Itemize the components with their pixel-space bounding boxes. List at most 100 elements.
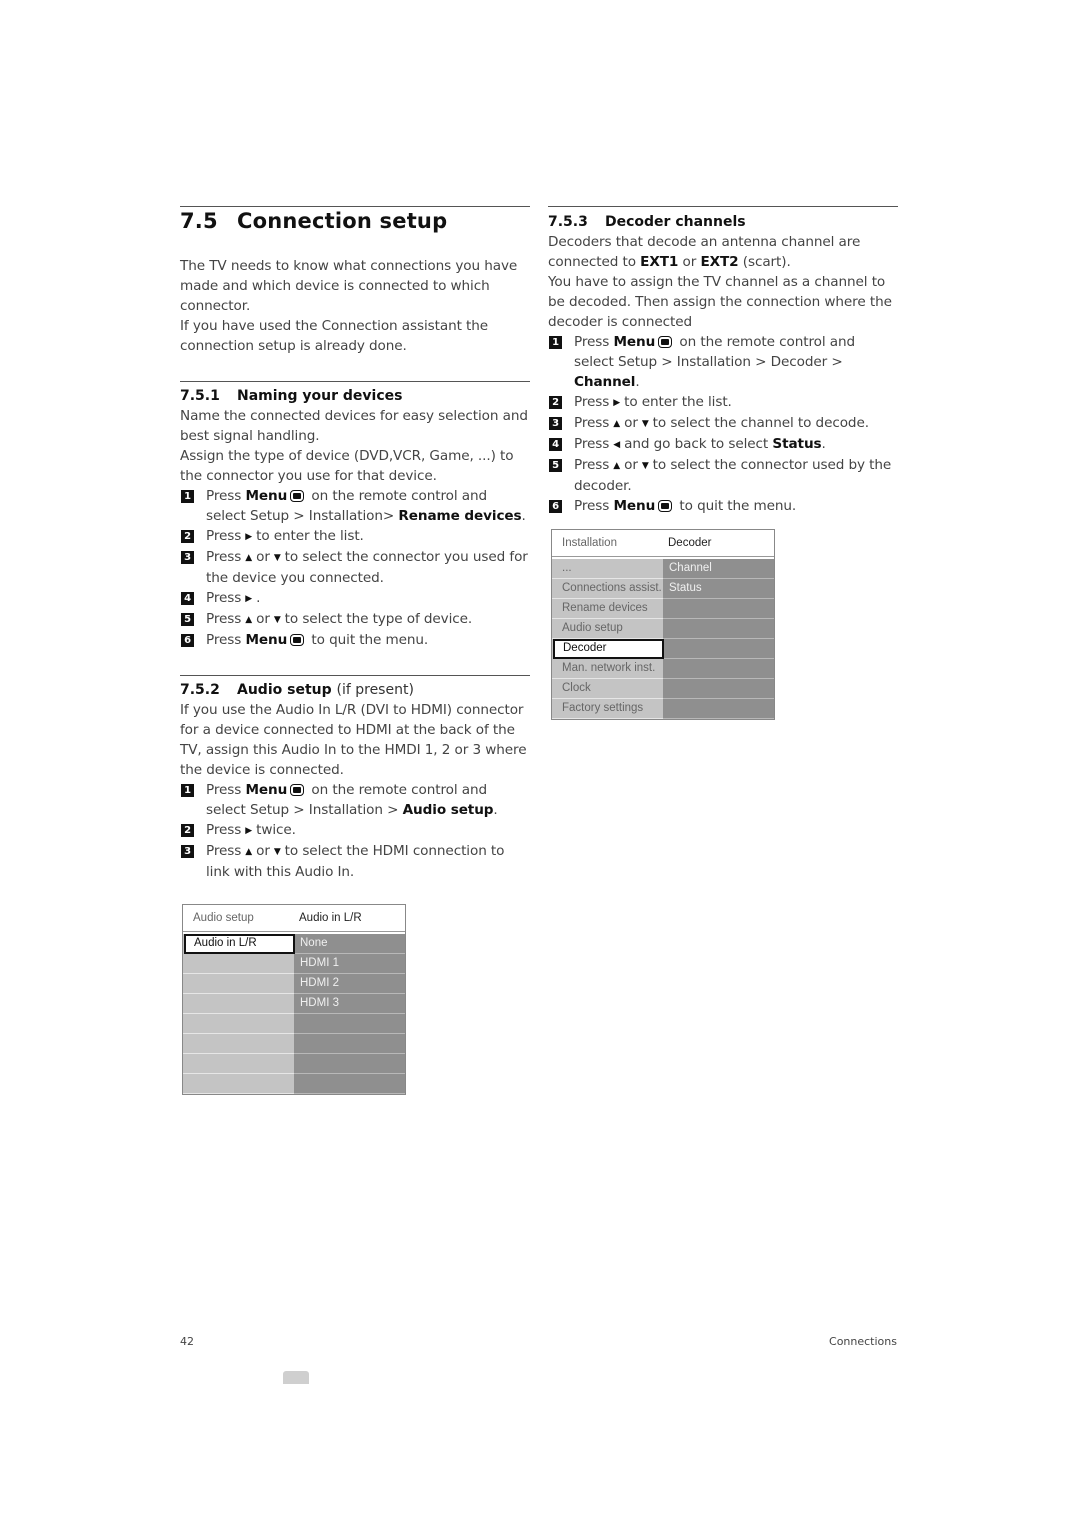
step-text: to select the connector you used for the…: [206, 549, 528, 586]
down-arrow-icon: ▼: [641, 461, 649, 471]
menu-left-column: ... Connections assist. Rename devices A…: [552, 559, 664, 719]
menu-option: [294, 1054, 405, 1074]
naming-section: 7.5.1 Naming your devices Name the connec…: [180, 381, 530, 650]
menu-body: Audio in L/R None HDMI 1 HDMI 2 HDMI 3: [183, 934, 405, 1094]
naming-paragraph-2: Assign the type of device (DVD,VCR, Game…: [180, 448, 514, 484]
menu-item: Man. network inst.: [552, 659, 663, 679]
step-number-badge: 4: [549, 438, 562, 451]
step-text: and go back to select: [624, 436, 773, 452]
step-number-badge: 3: [181, 551, 194, 564]
menu-item: [183, 1054, 294, 1074]
step-item: 6 Press Menu to quit the menu.: [548, 496, 898, 516]
menu-header: Installation Decoder: [552, 530, 774, 557]
menu-header-right: Audio in L/R: [299, 912, 362, 924]
decoder-menu-screen: Installation Decoder ... Connections ass…: [551, 529, 775, 720]
step-text: or: [256, 549, 270, 565]
down-arrow-icon: ▼: [273, 553, 281, 563]
menu-path-target: Channel: [574, 374, 636, 390]
right-arrow-icon: ▶: [245, 826, 253, 836]
step-text: Press: [574, 498, 614, 514]
step-text: .: [521, 508, 526, 524]
intro-paragraph-1: The TV needs to know what connections yo…: [180, 258, 518, 314]
menu-option: [663, 599, 774, 619]
menu-button-icon: [290, 490, 305, 502]
step-text: Press: [574, 415, 610, 431]
menu-key-label: Menu: [613, 498, 656, 514]
step-item: 1 Press Menu on the remote control and se…: [180, 486, 530, 526]
menu-button-icon: [658, 500, 673, 512]
step-text: or: [624, 415, 638, 431]
menu-item: [183, 1034, 294, 1054]
intro-paragraph-2: If you have used the Connection assistan…: [180, 318, 489, 354]
step-item: 2 Press ▶ twice.: [180, 820, 530, 841]
step-text: Press: [574, 457, 610, 473]
step-text: twice.: [256, 822, 296, 838]
step-number-badge: 2: [549, 396, 562, 409]
menu-key-label: Menu: [245, 632, 288, 648]
connector-label: EXT1: [640, 254, 679, 270]
menu-path-target: Rename devices: [398, 508, 522, 524]
menu-header-left: Installation: [562, 537, 617, 549]
step-text: Press: [206, 590, 242, 606]
menu-item: Factory settings: [552, 699, 663, 719]
menu-option: None: [294, 934, 405, 954]
decoder-paragraph-1: Decoders that decode an antenna channel …: [548, 232, 898, 272]
menu-item: ...: [552, 559, 663, 579]
menu-right-column: Channel Status: [663, 559, 774, 719]
menu-header: Audio setup Audio in L/R: [183, 905, 405, 932]
step-text: .: [821, 436, 826, 452]
subsection-title: Decoder channels: [605, 214, 746, 230]
menu-option: HDMI 3: [294, 994, 405, 1014]
step-text: or: [624, 457, 638, 473]
right-arrow-icon: ▶: [613, 398, 621, 408]
step-text: to quit the menu.: [675, 498, 797, 514]
step-item: 5 Press ▲ or ▼ to select the type of device.: [180, 609, 530, 630]
menu-button-icon: [290, 784, 305, 796]
step-item: 4 Press ▶.: [180, 588, 530, 609]
naming-paragraph-1: Name the connected devices for easy sele…: [180, 408, 528, 444]
menu-option: [294, 1074, 405, 1094]
subsection-note: (if present): [336, 682, 414, 698]
step-number-badge: 1: [549, 336, 562, 349]
menu-path-target: Status: [772, 436, 822, 452]
step-item: 3 Press ▲ or ▼ to select the HDMI connection …: [180, 841, 530, 882]
menu-item-selected: Audio in L/R: [184, 934, 295, 954]
menu-item: [183, 994, 294, 1014]
subsection-heading: 7.5.1 Naming your devices: [180, 382, 530, 406]
up-arrow-icon: ▲: [245, 615, 253, 625]
step-text: Press: [206, 549, 242, 565]
step-number-badge: 3: [181, 845, 194, 858]
step-number-badge: 1: [181, 490, 194, 503]
step-number-badge: 6: [549, 500, 562, 513]
step-number-badge: 5: [549, 459, 562, 472]
menu-item: Rename devices: [552, 599, 663, 619]
right-arrow-icon: ▶: [245, 594, 253, 604]
down-arrow-icon: ▼: [641, 419, 649, 429]
step-text: Press: [206, 528, 242, 544]
menu-option: Channel: [663, 559, 774, 579]
step-text: to quit the menu.: [307, 632, 429, 648]
step-number-badge: 4: [181, 592, 194, 605]
step-item: 6 Press Menu to quit the menu.: [180, 630, 530, 650]
menu-body: ... Connections assist. Rename devices A…: [552, 559, 774, 719]
audio-paragraph: If you use the Audio In L/R (DVI to HDMI…: [180, 702, 527, 778]
step-item: 1 Press Menu on the remote control and se…: [548, 332, 898, 392]
left-column: 7.5 Connection setup The TV needs to know…: [180, 206, 530, 882]
subsection-title: Naming your devices: [237, 388, 403, 404]
page-number: 42: [180, 1335, 194, 1348]
step-item: 2 Press ▶ to enter the list.: [180, 526, 530, 547]
menu-item: Connections assist.: [552, 579, 663, 599]
step-text: or: [256, 611, 270, 627]
menu-option: HDMI 2: [294, 974, 405, 994]
body-text: (scart).: [738, 254, 791, 270]
step-text: to select the connector used by the deco…: [574, 457, 892, 494]
step-text: Press: [574, 436, 610, 452]
menu-key-label: Menu: [245, 782, 288, 798]
decoder-steps: 1 Press Menu on the remote control and se…: [548, 332, 898, 516]
left-arrow-icon: ◀: [613, 440, 621, 450]
subsection-heading: 7.5.2 Audio setup (if present): [180, 676, 530, 700]
menu-key-label: Menu: [613, 334, 656, 350]
menu-option: [663, 619, 774, 639]
menu-button-icon: [658, 336, 673, 348]
step-text: Press: [206, 488, 246, 504]
